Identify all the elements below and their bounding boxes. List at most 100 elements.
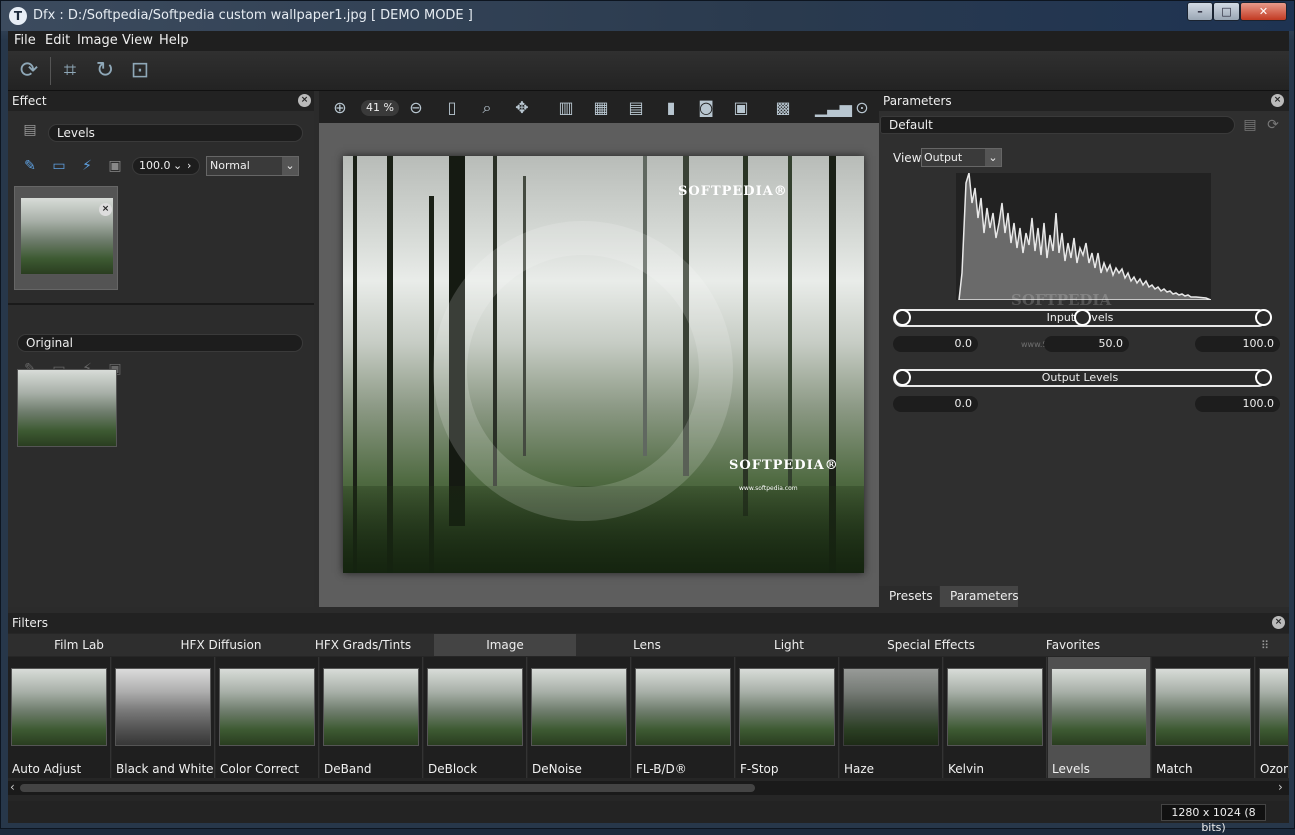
input-mid-value[interactable]: 50.0	[1044, 336, 1129, 352]
split-vertical-icon[interactable]: ▦	[590, 97, 612, 119]
scroll-right-icon[interactable]: ›	[1278, 780, 1283, 794]
snapshot-icon[interactable]: ◙	[695, 97, 717, 119]
filter-item[interactable]: F-Stop	[736, 657, 839, 778]
preview-image[interactable]: SOFTPEDIA® SOFTPEDIA® www.softpedia.com	[343, 156, 864, 573]
filter-item[interactable]: DeNoise	[528, 657, 631, 778]
filter-thumbnail	[947, 668, 1043, 746]
single-view-icon[interactable]: ▮	[660, 97, 682, 119]
blend-mode-select[interactable]: Normal ⌄	[206, 156, 299, 176]
grid-view-icon[interactable]: ⠿	[1261, 639, 1269, 652]
maximize-button[interactable]: □	[1213, 2, 1240, 21]
zoom-out-icon[interactable]: ⊖	[405, 97, 427, 119]
output-white-value[interactable]: 100.0	[1195, 396, 1280, 412]
layer-name-field[interactable]: Levels	[48, 124, 303, 142]
output-black-value[interactable]: 0.0	[893, 396, 978, 412]
menu-view[interactable]: View	[122, 33, 153, 48]
chevron-down-icon[interactable]: ⌄	[282, 157, 298, 175]
menu-image[interactable]: Image	[77, 33, 118, 48]
save-preset-icon[interactable]: ▤	[1241, 116, 1259, 134]
output-white-knob[interactable]	[1255, 369, 1272, 386]
tab-presets[interactable]: Presets	[879, 586, 939, 607]
filter-item[interactable]: Ozone	[1256, 657, 1289, 778]
category-special-effects[interactable]: Special Effects	[860, 634, 1002, 656]
zoom-level[interactable]: 41 %	[361, 100, 399, 116]
category-hfx-diffusion[interactable]: HFX Diffusion	[150, 634, 292, 656]
refresh-icon[interactable]: ⟳	[15, 57, 43, 85]
category-hfx-grads-tints[interactable]: HFX Grads/Tints	[292, 634, 434, 656]
histogram-icon[interactable]: ▁▃▅	[815, 97, 852, 119]
parameters-panel-title: Parameters	[883, 94, 952, 108]
category-image[interactable]: Image	[434, 634, 576, 656]
menu-bar: File Edit Image View Help	[8, 31, 1289, 51]
fit-icon[interactable]: ⊡	[126, 57, 154, 85]
remove-layer-icon[interactable]: ×	[99, 203, 112, 216]
output-levels-slider[interactable]: Output Levels	[893, 369, 1267, 387]
filter-item[interactable]: Match	[1152, 657, 1255, 778]
lightning-icon[interactable]: ⚡	[78, 157, 96, 175]
layer-settings-icon[interactable]: ▤	[21, 121, 39, 139]
split-view-icon[interactable]: ▥	[555, 97, 577, 119]
parameters-close-icon[interactable]: ×	[1271, 94, 1284, 107]
filter-thumbnail	[1051, 668, 1147, 746]
filter-item[interactable]: Haze	[840, 657, 943, 778]
menu-file[interactable]: File	[14, 33, 36, 48]
effect-layer-thumbnail[interactable]: ×	[14, 186, 118, 290]
filter-label: FL-B/D®	[636, 762, 687, 776]
filter-item[interactable]: FL-B/D®	[632, 657, 735, 778]
preset-field[interactable]: Default	[880, 116, 1235, 134]
input-black-value[interactable]: 0.0	[893, 336, 978, 352]
window-title: Dfx : D:/Softpedia/Softpedia custom wall…	[33, 8, 473, 23]
monitor-preview-icon[interactable]: ▣	[730, 97, 752, 119]
effect-panel-title: Effect	[12, 94, 47, 108]
split-horizontal-icon[interactable]: ▤	[625, 97, 647, 119]
reset-preset-icon[interactable]: ⟳	[1264, 116, 1282, 134]
monitor-icon[interactable]: ▭	[50, 157, 68, 175]
menu-edit[interactable]: Edit	[45, 33, 70, 48]
opacity-field[interactable]: 100.0 ⌄ ›	[132, 157, 200, 175]
menu-help[interactable]: Help	[159, 33, 189, 48]
magnify-icon[interactable]: ⌕	[476, 97, 498, 119]
close-window-button[interactable]: ✕	[1240, 2, 1287, 21]
opacity-arrow-icon[interactable]: ›	[187, 158, 191, 174]
filter-thumbnail	[739, 668, 835, 746]
category-favorites[interactable]: Favorites	[1002, 634, 1144, 656]
loupe-icon[interactable]: ⊙	[851, 97, 873, 119]
filters-scrollbar[interactable]: ‹ ›	[8, 780, 1289, 795]
crop-icon[interactable]: ⌗	[56, 57, 84, 85]
filter-thumbnail	[323, 668, 419, 746]
input-mid-knob[interactable]	[1074, 309, 1091, 326]
input-white-value[interactable]: 100.0	[1195, 336, 1280, 352]
frame-icon[interactable]: ▣	[106, 157, 124, 175]
filters-close-icon[interactable]: ×	[1272, 616, 1285, 629]
category-lens[interactable]: Lens	[576, 634, 718, 656]
fit-width-icon[interactable]: ▯	[441, 97, 463, 119]
scroll-left-icon[interactable]: ‹	[10, 780, 15, 794]
minimize-button[interactable]: –	[1187, 2, 1213, 21]
filter-item-selected[interactable]: Levels	[1048, 657, 1151, 778]
original-thumbnail[interactable]	[17, 369, 117, 447]
filter-item[interactable]: Auto Adjust	[8, 657, 111, 778]
rotate-icon[interactable]: ↻	[91, 57, 119, 85]
chevron-down-icon[interactable]: ⌄	[985, 149, 1001, 166]
output-black-knob[interactable]	[894, 369, 911, 386]
filter-item[interactable]: Color Correct	[216, 657, 319, 778]
filter-item[interactable]: Kelvin	[944, 657, 1047, 778]
category-film-lab[interactable]: Film Lab	[8, 634, 150, 656]
effect-close-icon[interactable]: ×	[298, 94, 311, 107]
tab-parameters[interactable]: Parameters	[940, 586, 1019, 607]
filter-item[interactable]: DeBlock	[424, 657, 527, 778]
filter-label: Kelvin	[948, 762, 985, 776]
category-light[interactable]: Light	[718, 634, 860, 656]
edit-icon[interactable]: ✎	[21, 157, 39, 175]
view-select[interactable]: Output ⌄	[921, 148, 1002, 167]
view-label: View	[893, 151, 922, 165]
pan-icon[interactable]: ✥	[511, 97, 533, 119]
input-black-knob[interactable]	[894, 309, 911, 326]
filter-item[interactable]: Black and White	[112, 657, 215, 778]
zoom-in-icon[interactable]: ⊕	[329, 97, 351, 119]
image-compare-icon[interactable]: ▩	[772, 97, 794, 119]
filter-item[interactable]: DeBand	[320, 657, 423, 778]
scrollbar-thumb[interactable]	[20, 784, 755, 792]
opacity-stepper-icon[interactable]: ⌄	[173, 158, 182, 174]
input-white-knob[interactable]	[1255, 309, 1272, 326]
